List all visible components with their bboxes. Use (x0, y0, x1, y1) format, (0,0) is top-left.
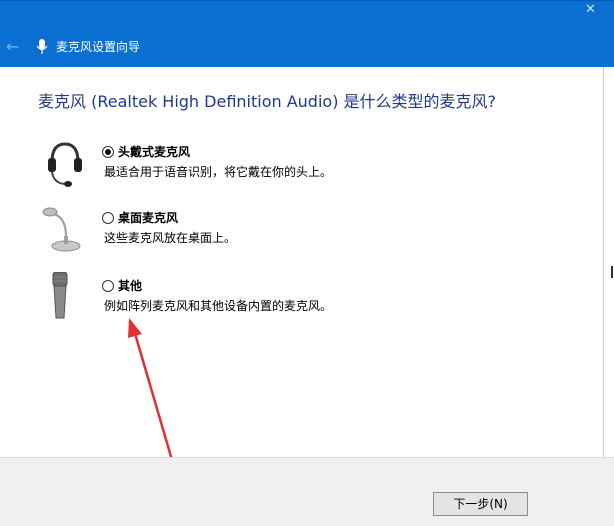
footer: 下一步(N) (0, 457, 614, 526)
annotation-arrow (128, 318, 174, 461)
next-button[interactable]: 下一步(N) (433, 492, 528, 516)
